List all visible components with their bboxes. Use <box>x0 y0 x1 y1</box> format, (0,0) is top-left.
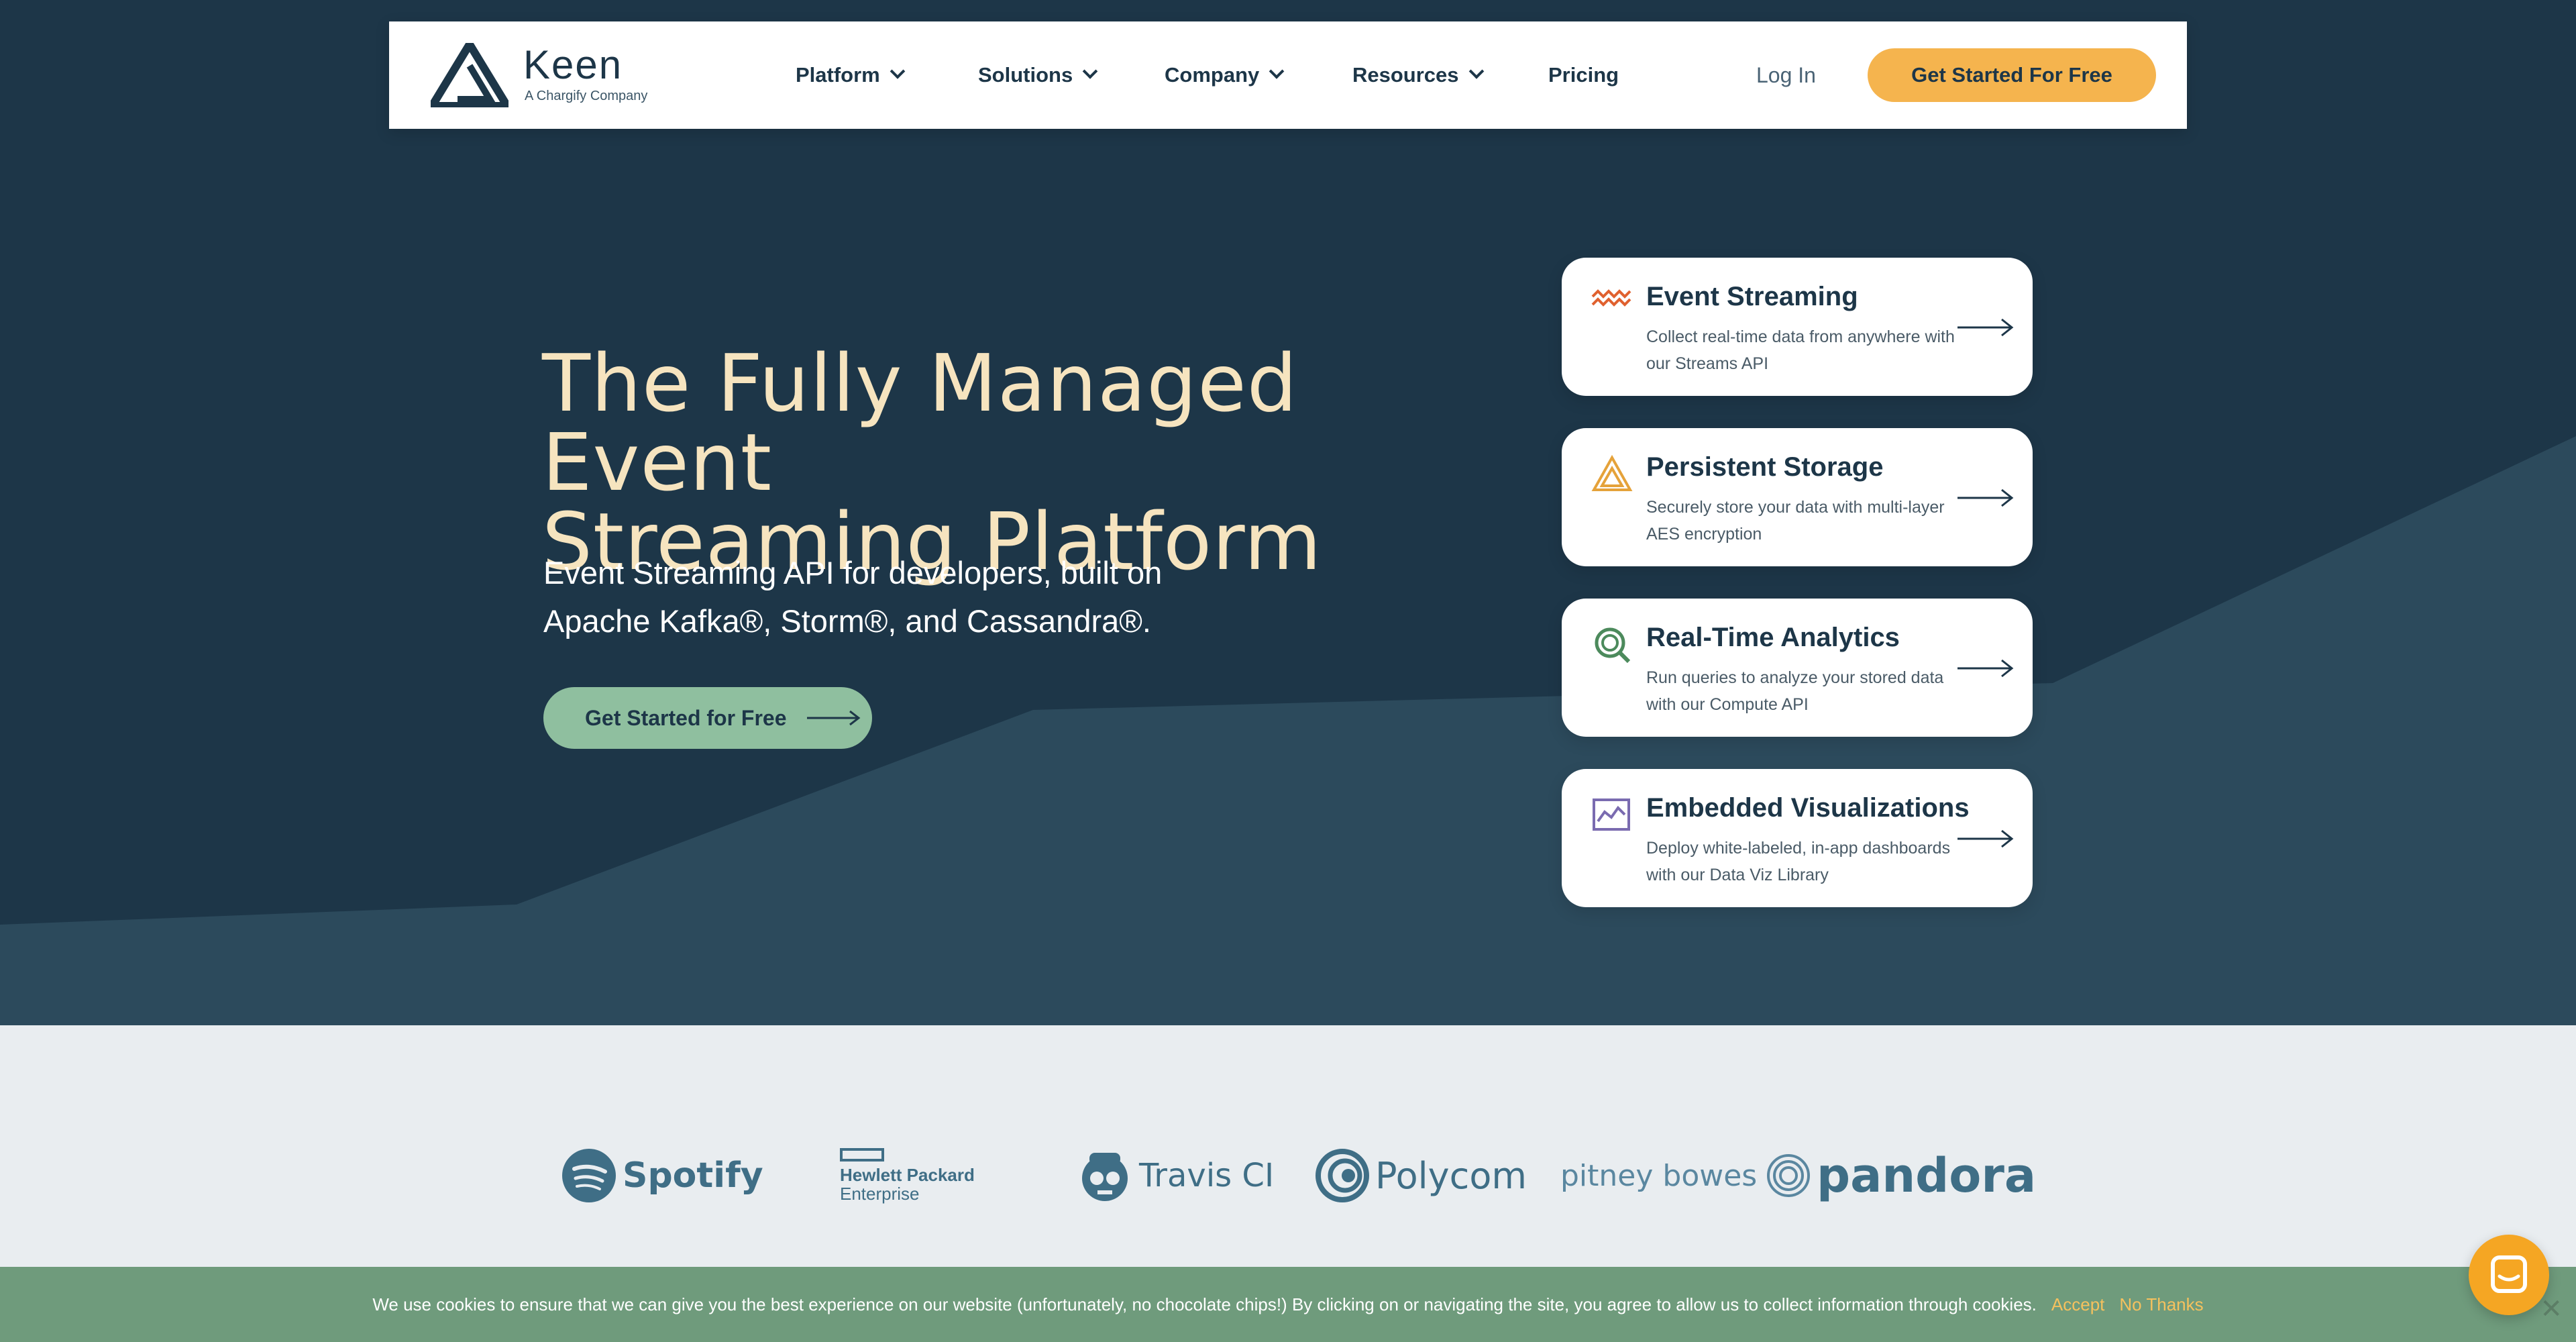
hero-title: The Fully Managed Event Streaming Platfo… <box>542 344 1508 581</box>
get-started-hero-button[interactable]: Get Started for Free <box>543 687 872 749</box>
cookie-accept-link[interactable]: Accept <box>2051 1294 2105 1315</box>
arrow-right-icon <box>1957 829 2014 848</box>
polycom-logo-text: Polycom <box>1375 1154 1527 1197</box>
pitney-bowes-logo: pitney bowes <box>1560 1129 1812 1223</box>
travis-ci-logo-text: Travis CI <box>1139 1157 1275 1194</box>
nav-resources[interactable]: Resources <box>1352 56 1484 94</box>
triangle-icon <box>1591 455 1633 491</box>
travis-mascot-icon <box>1082 1153 1128 1201</box>
card-embedded-visualizations[interactable]: Embedded Visualizations Deploy white-lab… <box>1562 769 2033 907</box>
card-description: Run queries to analyze your stored data … <box>1646 668 1944 714</box>
travis-ci-logo: Travis CI <box>1077 1129 1274 1223</box>
chat-icon <box>2491 1255 2527 1293</box>
cookie-decline-link[interactable]: No Thanks <box>2119 1294 2203 1315</box>
hpe-rectangle-icon <box>840 1148 884 1162</box>
pitney-bowes-logo-text: pitney bowes <box>1560 1158 1758 1193</box>
nav-pricing[interactable]: Pricing <box>1548 56 1619 94</box>
top-navigation: Keen A Chargify Company Platform Solutio… <box>389 21 2187 129</box>
pandora-logo: pandora <box>1817 1129 2036 1223</box>
chart-icon <box>1593 798 1630 831</box>
card-event-streaming[interactable]: Event Streaming Collect real-time data f… <box>1562 258 2033 396</box>
hero-cta-label: Get Started for Free <box>585 705 787 730</box>
magnifier-icon <box>1595 627 1631 663</box>
chevron-down-icon <box>890 64 906 79</box>
card-real-time-analytics[interactable]: Real-Time Analytics Run queries to analy… <box>1562 599 2033 737</box>
card-title: Persistent Storage <box>1646 452 1884 482</box>
hero-title-line1: The Fully Managed Event <box>542 337 1298 509</box>
nav-resources-label: Resources <box>1352 63 1459 87</box>
chat-launcher-button[interactable] <box>2469 1235 2549 1315</box>
get-started-nav-button[interactable]: Get Started For Free <box>1868 48 2156 102</box>
pandora-logo-text: pandora <box>1817 1148 2037 1203</box>
nav-company-label: Company <box>1165 63 1260 87</box>
card-persistent-storage[interactable]: Persistent Storage Securely store your d… <box>1562 428 2033 566</box>
keen-logo[interactable]: Keen A Chargify Company <box>431 42 672 109</box>
hpe-logo-line2: Enterprise <box>840 1184 920 1204</box>
chevron-down-icon <box>1082 64 1098 79</box>
nav-company[interactable]: Company <box>1165 56 1285 94</box>
wave-icon <box>1591 289 1631 307</box>
keen-logo-icon <box>431 43 508 107</box>
card-description: Securely store your data with multi-laye… <box>1646 498 1945 544</box>
hero-subtitle-line2: Apache Kafka®, Storm®, and Cassandra®. <box>543 603 1151 639</box>
card-description: Deploy white-labeled, in-app dashboards … <box>1646 839 1951 884</box>
nav-pricing-label: Pricing <box>1548 63 1619 87</box>
logo-name: Keen <box>523 42 623 87</box>
pitney-bowes-icon <box>1767 1154 1811 1197</box>
logo-tagline: A Chargify Company <box>525 89 648 103</box>
arrow-right-icon <box>1957 659 2014 678</box>
cookie-banner: We use cookies to ensure that we can giv… <box>0 1267 2576 1342</box>
chevron-down-icon <box>1468 64 1484 79</box>
cookie-message: We use cookies to ensure that we can giv… <box>372 1294 2037 1314</box>
card-title: Event Streaming <box>1646 282 1858 311</box>
nav-platform-label: Platform <box>796 63 880 87</box>
hpe-logo-line1: Hewlett Packard <box>840 1165 975 1185</box>
card-title: Real-Time Analytics <box>1646 623 1900 652</box>
client-logos: Spotify Hewlett Packard Enterprise Travi… <box>0 1025 2576 1267</box>
card-description: Collect real-time data from anywhere wit… <box>1646 327 1955 373</box>
spotify-logo: Spotify <box>561 1129 763 1223</box>
arrow-right-icon <box>806 710 860 726</box>
spotify-icon <box>562 1149 616 1202</box>
hpe-logo: Hewlett Packard Enterprise <box>840 1129 975 1223</box>
login-link[interactable]: Log In <box>1756 56 1816 94</box>
hero-subtitle-line1: Event Streaming API for developers, buil… <box>543 555 1163 590</box>
spotify-logo-text: Spotify <box>623 1155 763 1196</box>
polycom-icon <box>1316 1149 1369 1202</box>
nav-solutions-label: Solutions <box>978 63 1073 87</box>
arrow-right-icon <box>1957 318 2014 337</box>
card-title: Embedded Visualizations <box>1646 793 1970 823</box>
hero-subtitle: Event Streaming API for developers, buil… <box>543 549 1214 646</box>
nav-solutions[interactable]: Solutions <box>978 56 1098 94</box>
hero-section: Keen A Chargify Company Platform Solutio… <box>0 0 2576 1025</box>
nav-platform[interactable]: Platform <box>796 56 906 94</box>
polycom-logo: Polycom <box>1315 1129 1527 1223</box>
arrow-right-icon <box>1957 488 2014 507</box>
chevron-down-icon <box>1269 64 1285 79</box>
